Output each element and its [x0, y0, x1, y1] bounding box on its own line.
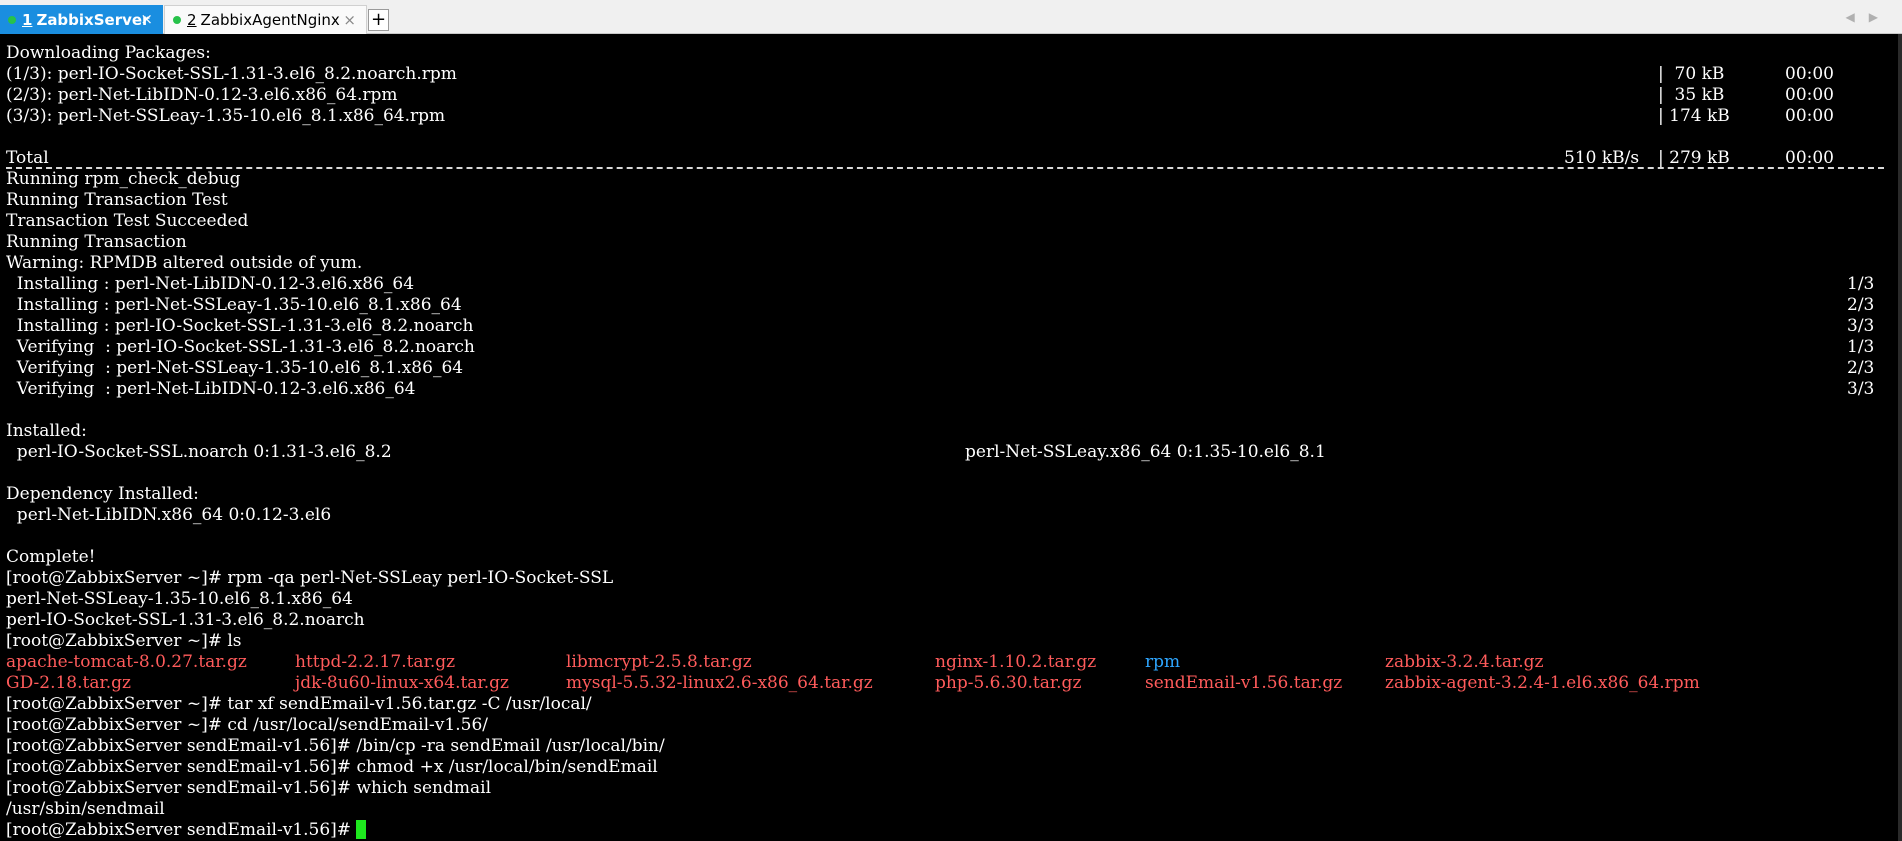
- transaction-line: Verifying : perl-Net-SSLeay-1.35-10.el6_…: [6, 358, 1886, 379]
- command-line: [root@ZabbixServer ~]# tar xf sendEmail-…: [6, 694, 592, 714]
- transaction-line: Installing : perl-Net-LibIDN-0.12-3.el6.…: [6, 274, 1886, 295]
- close-tab-icon[interactable]: ×: [140, 10, 153, 28]
- tab-number: 2: [187, 11, 197, 29]
- prompt-line[interactable]: [root@ZabbixServer sendEmail-v1.56]#: [6, 820, 367, 841]
- archive-file: jdk-8u60-linux-x64.tar.gz: [295, 673, 509, 693]
- installed-package: perl-IO-Socket-SSL.noarch 0:1.31-3.el6_8…: [6, 442, 392, 462]
- directory-entry: rpm: [1145, 652, 1181, 672]
- archive-file: libmcrypt-2.5.8.tar.gz: [566, 652, 752, 672]
- transaction-line: Verifying : perl-Net-LibIDN-0.12-3.el6.x…: [6, 379, 1886, 400]
- terminal-output[interactable]: Downloading Packages: (1/3): perl-IO-Soc…: [0, 34, 1902, 841]
- terminal-line: perl-IO-Socket-SSL.noarch 0:1.31-3.el6_8…: [6, 442, 1886, 463]
- terminal-line: Running rpm_check_debug: [6, 169, 241, 189]
- command-line: [root@ZabbixServer ~]# rpm -qa perl-Net-…: [6, 568, 614, 588]
- transaction-line: Verifying : perl-IO-Socket-SSL-1.31-3.el…: [6, 337, 1886, 358]
- tab-number: 1: [22, 10, 33, 29]
- transaction-count: 2/3: [1847, 295, 1875, 315]
- download-time: 00:00: [1785, 85, 1834, 105]
- transaction-count: 1/3: [1847, 337, 1875, 357]
- tab-zabbix-server[interactable]: 1 ZabbixServer ×: [0, 5, 163, 34]
- total-label: Total: [6, 148, 49, 168]
- archive-file: httpd-2.2.17.tar.gz: [295, 652, 456, 672]
- transaction-count: 3/3: [1847, 316, 1875, 336]
- download-size: | 70 kB: [1658, 64, 1725, 84]
- transaction-count: 2/3: [1847, 358, 1875, 378]
- terminal-line: perl-Net-LibIDN.x86_64 0:0.12-3.el6: [6, 505, 332, 525]
- terminal-line: perl-Net-SSLeay-1.35-10.el6_8.1.x86_64: [6, 589, 353, 609]
- total-rate: 510 kB/s: [1564, 148, 1640, 168]
- terminal-line: /usr/sbin/sendmail: [6, 799, 165, 819]
- command-line: [root@ZabbixServer sendEmail-v1.56]# /bi…: [6, 736, 665, 756]
- tab-title: ZabbixAgentNginx: [200, 11, 340, 29]
- download-name: (1/3): perl-IO-Socket-SSL-1.31-3.el6_8.2…: [6, 64, 457, 84]
- transaction-count: 3/3: [1847, 379, 1875, 399]
- archive-file: mysql-5.5.32-linux2.6-x86_64.tar.gz: [566, 673, 873, 693]
- archive-file: nginx-1.10.2.tar.gz: [935, 652, 1097, 672]
- terminal-line: (3/3): perl-Net-SSLeay-1.35-10.el6_8.1.x…: [6, 106, 1886, 127]
- scroll-right-icon[interactable]: ▶: [1869, 10, 1892, 24]
- command-line: [root@ZabbixServer ~]# ls: [6, 631, 242, 651]
- command-line: [root@ZabbixServer sendEmail-v1.56]# whi…: [6, 778, 492, 798]
- terminal-line: Downloading Packages:: [6, 43, 211, 63]
- tab-scroll-arrows: ◀▶: [1846, 10, 1892, 24]
- tab-zabbix-agent-nginx[interactable]: 2 ZabbixAgentNginx ×: [164, 5, 367, 34]
- transaction-text: Installing : perl-Net-LibIDN-0.12-3.el6.…: [6, 274, 415, 294]
- transaction-text: Verifying : perl-Net-LibIDN-0.12-3.el6.x…: [6, 379, 416, 399]
- archive-file: zabbix-agent-3.2.4-1.el6.x86_64.rpm: [1385, 673, 1700, 693]
- connected-status-icon: [8, 15, 16, 24]
- transaction-text: Verifying : perl-Net-SSLeay-1.35-10.el6_…: [6, 358, 464, 378]
- archive-file: apache-tomcat-8.0.27.tar.gz: [6, 652, 247, 672]
- download-size: | 35 kB: [1658, 85, 1725, 105]
- archive-file: sendEmail-v1.56.tar.gz: [1145, 673, 1343, 693]
- close-tab-icon[interactable]: ×: [343, 11, 356, 29]
- terminal-line: Installed:: [6, 421, 87, 441]
- terminal-line: Running Transaction Test: [6, 190, 228, 210]
- command-line: [root@ZabbixServer sendEmail-v1.56]# chm…: [6, 757, 658, 777]
- ls-output-row: apache-tomcat-8.0.27.tar.gz httpd-2.2.17…: [6, 652, 1886, 673]
- download-size: | 174 kB: [1658, 106, 1730, 126]
- total-time: 00:00: [1785, 148, 1834, 168]
- command-line: [root@ZabbixServer ~]# cd /usr/local/sen…: [6, 715, 488, 735]
- terminal-line: (2/3): perl-Net-LibIDN-0.12-3.el6.x86_64…: [6, 85, 1886, 106]
- download-name: (2/3): perl-Net-LibIDN-0.12-3.el6.x86_64…: [6, 85, 398, 105]
- transaction-text: Installing : perl-Net-SSLeay-1.35-10.el6…: [6, 295, 462, 315]
- transaction-text: Installing : perl-IO-Socket-SSL-1.31-3.e…: [6, 316, 474, 336]
- terminal-line: (1/3): perl-IO-Socket-SSL-1.31-3.el6_8.2…: [6, 64, 1886, 85]
- total-size: | 279 kB: [1658, 148, 1730, 168]
- terminal-line: Total 510 kB/s | 279 kB 00:00: [6, 148, 1886, 169]
- terminal-scrollbar[interactable]: [1898, 34, 1902, 841]
- installed-package: perl-Net-SSLeay.x86_64 0:1.35-10.el6_8.1: [965, 442, 1326, 462]
- terminal-line: Running Transaction: [6, 232, 187, 252]
- text-cursor: [356, 820, 367, 839]
- tab-title: ZabbixServer: [36, 10, 150, 29]
- new-tab-button[interactable]: +: [368, 9, 389, 31]
- archive-file: zabbix-3.2.4.tar.gz: [1385, 652, 1544, 672]
- transaction-line: Installing : perl-IO-Socket-SSL-1.31-3.e…: [6, 316, 1886, 337]
- shell-prompt: [root@ZabbixServer sendEmail-v1.56]#: [6, 820, 357, 840]
- terminal-line: Dependency Installed:: [6, 484, 199, 504]
- archive-file: php-5.6.30.tar.gz: [935, 673, 1082, 693]
- download-name: (3/3): perl-Net-SSLeay-1.35-10.el6_8.1.x…: [6, 106, 446, 126]
- ls-output-row: GD-2.18.tar.gz jdk-8u60-linux-x64.tar.gz…: [6, 673, 1886, 694]
- terminal-line: Warning: RPMDB altered outside of yum.: [6, 253, 363, 273]
- transaction-count: 1/3: [1847, 274, 1875, 294]
- download-time: 00:00: [1785, 106, 1834, 126]
- transaction-line: Installing : perl-Net-SSLeay-1.35-10.el6…: [6, 295, 1886, 316]
- terminal-line: Complete!: [6, 547, 96, 567]
- download-time: 00:00: [1785, 64, 1834, 84]
- archive-file: GD-2.18.tar.gz: [6, 673, 131, 693]
- terminal-line: perl-IO-Socket-SSL-1.31-3.el6_8.2.noarch: [6, 610, 365, 630]
- transaction-text: Verifying : perl-IO-Socket-SSL-1.31-3.el…: [6, 337, 475, 357]
- tab-bar: 1 ZabbixServer × 2 ZabbixAgentNginx × + …: [0, 0, 1902, 34]
- scroll-left-icon[interactable]: ◀: [1846, 10, 1869, 24]
- terminal-line: Transaction Test Succeeded: [6, 211, 249, 231]
- connected-status-icon: [173, 16, 181, 24]
